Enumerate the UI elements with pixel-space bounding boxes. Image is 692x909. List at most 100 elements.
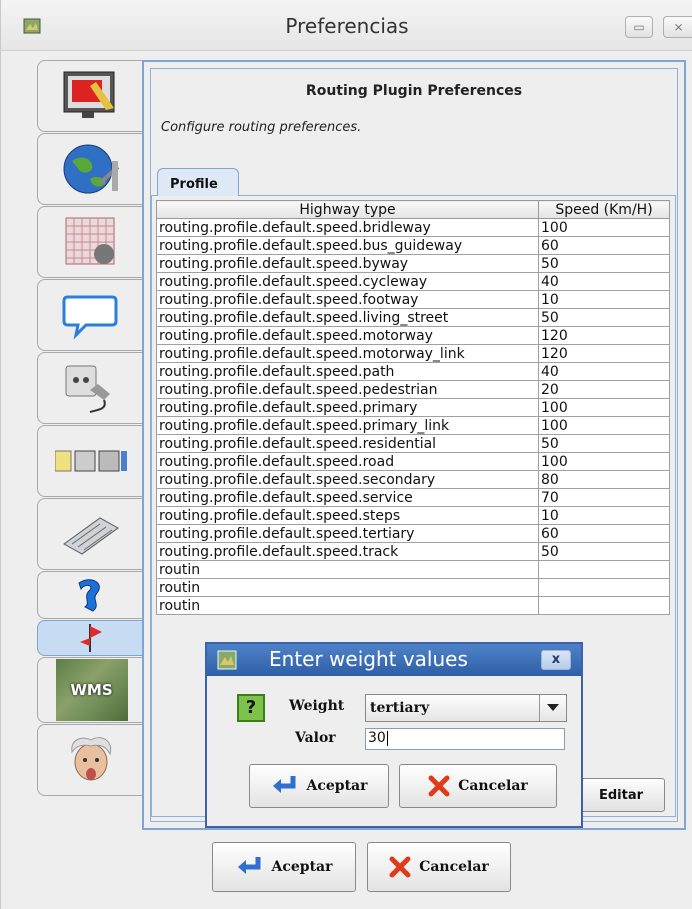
table-row[interactable]: routing.profile.default.speed.cycleway 40 xyxy=(156,272,670,291)
highway-type-cell[interactable]: routin xyxy=(156,596,539,615)
speed-cell[interactable]: 100 xyxy=(538,452,670,471)
highway-type-cell[interactable]: routing.profile.default.speed.byway xyxy=(156,254,539,273)
sidebar-tab-remote[interactable] xyxy=(37,571,143,619)
tab-profile[interactable]: Profile xyxy=(157,168,239,196)
table-row[interactable]: routing.profile.default.speed.footway 10 xyxy=(156,290,670,309)
speed-cell[interactable]: 60 xyxy=(538,236,670,255)
sidebar-tab-globe[interactable] xyxy=(37,133,143,205)
table-row[interactable]: routing.profile.default.speed.path 40 xyxy=(156,362,670,381)
table-row[interactable]: routing.profile.default.speed.motorway_l… xyxy=(156,344,670,363)
table-row[interactable]: routing.profile.default.speed.byway 50 xyxy=(156,254,670,273)
speed-cell[interactable]: 40 xyxy=(538,362,670,381)
speed-cell[interactable]: 120 xyxy=(538,326,670,345)
table-row[interactable]: routing.profile.default.speed.tertiary 60 xyxy=(156,524,670,543)
sidebar-tab-toolbar[interactable] xyxy=(37,425,143,497)
highway-type-cell[interactable]: routing.profile.default.speed.service xyxy=(156,488,539,507)
highway-type-cell[interactable]: routing.profile.default.speed.tertiary xyxy=(156,524,539,543)
speed-cell[interactable]: 50 xyxy=(538,308,670,327)
speed-cell[interactable]: 100 xyxy=(538,398,670,417)
speed-cell[interactable]: 10 xyxy=(538,290,670,309)
speed-cell[interactable]: 40 xyxy=(538,272,670,291)
speed-cell[interactable]: 80 xyxy=(538,470,670,489)
einstein-icon xyxy=(70,737,111,781)
close-window-button[interactable]: ⨯ xyxy=(663,16,692,38)
weight-label: Weight xyxy=(289,698,345,714)
speed-cell[interactable]: 120 xyxy=(538,344,670,363)
highway-type-cell[interactable]: routing.profile.default.speed.road xyxy=(156,452,539,471)
table-row[interactable]: routing.profile.default.speed.bridleway 1… xyxy=(156,218,670,237)
window-title: Preferencias xyxy=(285,14,409,38)
table-row[interactable]: routing.profile.default.speed.secondary 8… xyxy=(156,470,670,489)
speed-cell[interactable] xyxy=(538,578,670,597)
sidebar-tab-grid[interactable] xyxy=(37,206,143,278)
table-row[interactable]: routing.profile.default.speed.steps 10 xyxy=(156,506,670,525)
sidebar-tab-chat[interactable] xyxy=(37,279,143,351)
sidebar-tab-routing[interactable] xyxy=(37,620,143,656)
highway-type-cell[interactable]: routing.profile.default.speed.primary xyxy=(156,398,539,417)
table-row[interactable]: routin xyxy=(156,596,670,615)
accept-button[interactable]: Aceptar xyxy=(212,842,356,892)
cancel-button[interactable]: Cancelar xyxy=(367,842,511,892)
sidebar-tab-keyboard[interactable] xyxy=(37,498,143,570)
sidebar-tab-display[interactable] xyxy=(37,60,143,132)
dialog-accept-button[interactable]: Aceptar xyxy=(249,764,389,808)
table-row[interactable]: routing.profile.default.speed.track 50 xyxy=(156,542,670,561)
edit-button[interactable]: Editar xyxy=(577,778,665,812)
highway-type-cell[interactable]: routing.profile.default.speed.secondary xyxy=(156,470,539,489)
dialog-title-bar[interactable]: Enter weight values x xyxy=(207,644,581,676)
highway-type-cell[interactable]: routing.profile.default.speed.bus_guidew… xyxy=(156,236,539,255)
table-row[interactable]: routing.profile.default.speed.primary_li… xyxy=(156,416,670,435)
speed-cell[interactable] xyxy=(538,560,670,579)
highway-type-cell[interactable]: routing.profile.default.speed.track xyxy=(156,542,539,561)
speed-cell[interactable]: 70 xyxy=(538,488,670,507)
dialog-close-button[interactable]: x xyxy=(541,650,571,670)
highway-type-cell[interactable]: routing.profile.default.speed.motorway xyxy=(156,326,539,345)
highway-type-cell[interactable]: routing.profile.default.speed.path xyxy=(156,362,539,381)
chevron-down-icon[interactable] xyxy=(539,695,566,721)
highway-type-cell[interactable]: routing.profile.default.speed.residentia… xyxy=(156,434,539,453)
weight-select[interactable]: tertiary xyxy=(365,694,567,722)
highway-type-cell[interactable]: routin xyxy=(156,560,539,579)
highway-type-cell[interactable]: routin xyxy=(156,578,539,597)
wms-icon: WMS xyxy=(55,659,128,721)
title-bar[interactable]: Preferencias ▭ ⨯ xyxy=(1,0,692,51)
table-row[interactable]: routing.profile.default.speed.motorway 12… xyxy=(156,326,670,345)
highway-type-cell[interactable]: routing.profile.default.speed.steps xyxy=(156,506,539,525)
sidebar-tab-expert[interactable] xyxy=(37,724,143,796)
sidebar-tab-wms[interactable]: WMS xyxy=(37,657,143,723)
speed-cell[interactable]: 50 xyxy=(538,434,670,453)
speed-cell[interactable]: 50 xyxy=(538,254,670,273)
dialog-cancel-button[interactable]: Cancelar xyxy=(399,764,557,808)
minimize-button[interactable]: ▭ xyxy=(625,16,653,38)
speed-cell[interactable]: 100 xyxy=(538,416,670,435)
highway-type-cell[interactable]: routing.profile.default.speed.pedestrian xyxy=(156,380,539,399)
speed-cell[interactable]: 50 xyxy=(538,542,670,561)
table-row[interactable]: routin xyxy=(156,560,670,579)
table-row[interactable]: routin xyxy=(156,578,670,597)
highway-type-cell[interactable]: routing.profile.default.speed.motorway_l… xyxy=(156,344,539,363)
table-row[interactable]: routing.profile.default.speed.service 70 xyxy=(156,488,670,507)
speed-cell[interactable]: 20 xyxy=(538,380,670,399)
speed-cell[interactable]: 100 xyxy=(538,218,670,237)
highway-type-cell[interactable]: routing.profile.default.speed.primary_li… xyxy=(156,416,539,435)
highway-type-cell[interactable]: routing.profile.default.speed.bridleway xyxy=(156,218,539,237)
table-row[interactable]: routing.profile.default.speed.bus_guidew… xyxy=(156,236,670,255)
speed-cell[interactable]: 60 xyxy=(538,524,670,543)
valor-input[interactable]: 30 xyxy=(365,728,565,750)
column-header-highway-type[interactable]: Highway type xyxy=(156,200,539,219)
dialog-title: Enter weight values xyxy=(269,647,468,671)
table-row[interactable]: routing.profile.default.speed.living_str… xyxy=(156,308,670,327)
sidebar-tab-connection[interactable] xyxy=(37,352,143,424)
column-header-speed[interactable]: Speed (Km/H) xyxy=(538,200,670,219)
valor-label: Valor xyxy=(295,730,336,746)
table-row[interactable]: routing.profile.default.speed.road 100 xyxy=(156,452,670,471)
table-row[interactable]: routing.profile.default.speed.residentia… xyxy=(156,434,670,453)
table-row[interactable]: routing.profile.default.speed.primary 100 xyxy=(156,398,670,417)
speed-cell[interactable]: 10 xyxy=(538,506,670,525)
toolbar-icon xyxy=(54,450,127,472)
highway-type-cell[interactable]: routing.profile.default.speed.living_str… xyxy=(156,308,539,327)
highway-type-cell[interactable]: routing.profile.default.speed.cycleway xyxy=(156,272,539,291)
highway-type-cell[interactable]: routing.profile.default.speed.footway xyxy=(156,290,539,309)
speed-cell[interactable] xyxy=(538,596,670,615)
table-row[interactable]: routing.profile.default.speed.pedestrian… xyxy=(156,380,670,399)
